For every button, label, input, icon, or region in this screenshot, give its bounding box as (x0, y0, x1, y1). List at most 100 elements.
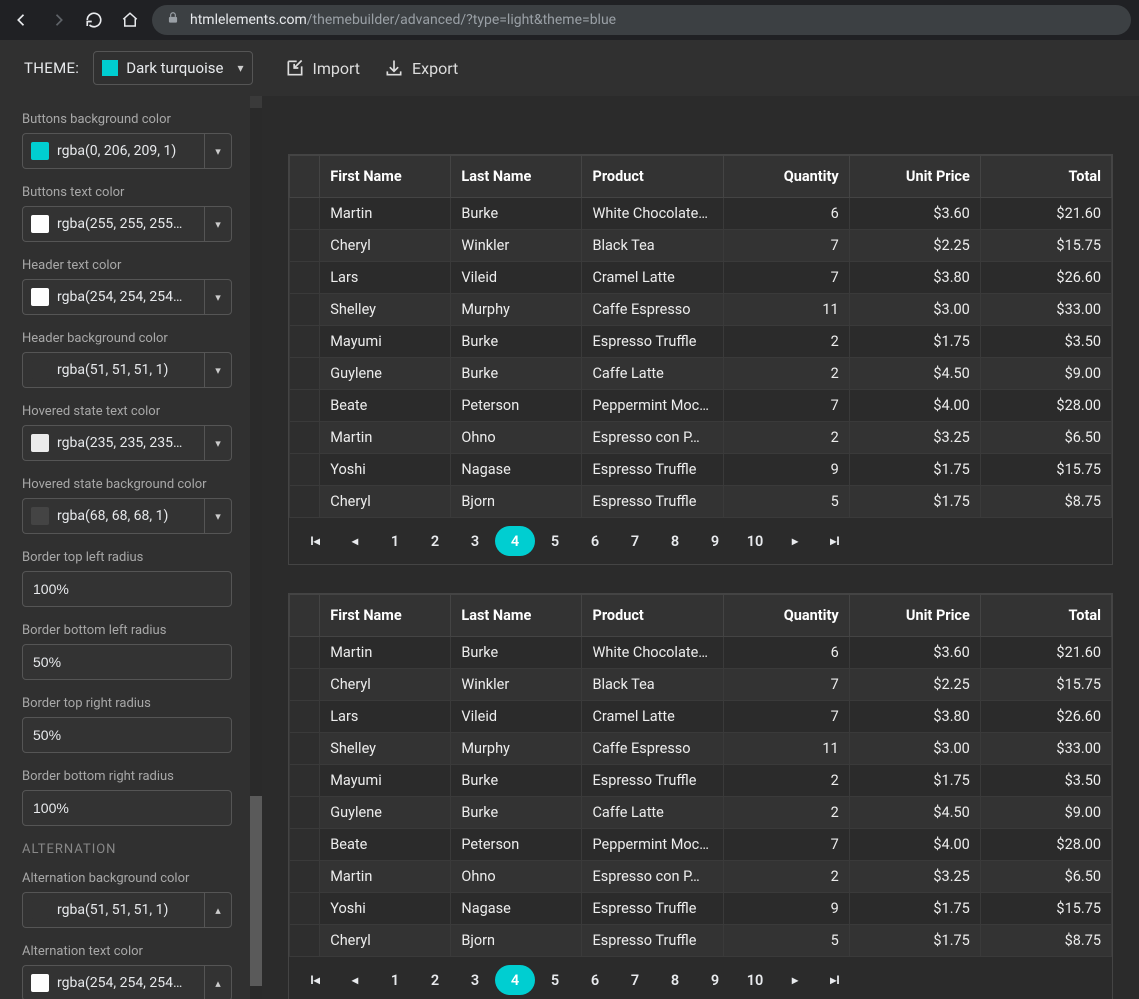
pager-page-10[interactable]: 10 (735, 965, 775, 995)
table-row[interactable]: BeatePetersonPeppermint Moc…7$4.00$28.00 (290, 390, 1112, 422)
table-row[interactable]: MartinOhnoEspresso con P…2$3.25$6.50 (290, 422, 1112, 454)
export-button[interactable]: Export (384, 58, 458, 78)
scroll-up-button[interactable] (250, 96, 262, 108)
pager-first[interactable]: I◂ (295, 526, 335, 556)
row-handle[interactable] (290, 262, 320, 294)
row-handle[interactable] (290, 637, 320, 669)
table-row[interactable]: YoshiNagaseEspresso Truffle9$1.75$15.75 (290, 893, 1112, 925)
row-handle[interactable] (290, 326, 320, 358)
pager-page-5[interactable]: 5 (535, 965, 575, 995)
text-input[interactable] (22, 790, 232, 826)
text-input[interactable] (22, 571, 232, 607)
pager-page-4[interactable]: 4 (495, 965, 535, 995)
table-row[interactable]: GuyleneBurkeCaffe Latte2$4.50$9.00 (290, 797, 1112, 829)
row-handle[interactable] (290, 925, 320, 957)
column-header[interactable]: Unit Price (849, 595, 980, 637)
back-button[interactable] (8, 6, 36, 34)
column-header[interactable]: Quantity (723, 595, 849, 637)
table-row[interactable]: MartinBurkeWhite Chocolate…6$3.60$21.60 (290, 198, 1112, 230)
row-handle[interactable] (290, 454, 320, 486)
column-header[interactable]: Product (582, 595, 723, 637)
pager-page-1[interactable]: 1 (375, 965, 415, 995)
table-row[interactable]: ShelleyMurphyCaffe Espresso11$3.00$33.00 (290, 733, 1112, 765)
row-handle[interactable] (290, 422, 320, 454)
column-header[interactable]: Product (582, 156, 723, 198)
color-input[interactable]: rgba(255, 255, 255… (22, 206, 204, 242)
row-handle[interactable] (290, 486, 320, 518)
table-row[interactable]: CherylWinklerBlack Tea7$2.25$15.75 (290, 230, 1112, 262)
chevron-down-icon[interactable]: ▾ (204, 425, 232, 461)
chevron-up-icon[interactable]: ▴ (204, 965, 232, 999)
color-input[interactable]: rgba(51, 51, 51, 1) (22, 892, 204, 928)
chevron-down-icon[interactable]: ▾ (204, 206, 232, 242)
row-handle[interactable] (290, 230, 320, 262)
pager-last[interactable]: ▸I (815, 965, 855, 995)
column-header[interactable]: Last Name (451, 595, 582, 637)
scrollbar-thumb[interactable] (250, 796, 262, 986)
pager-last[interactable]: ▸I (815, 526, 855, 556)
column-header[interactable]: Total (980, 156, 1111, 198)
table-row[interactable]: LarsVileidCramel Latte7$3.80$26.60 (290, 701, 1112, 733)
address-bar[interactable]: htmlelements.com/themebuilder/advanced/?… (152, 5, 1131, 35)
pager-page-3[interactable]: 3 (455, 965, 495, 995)
row-handle[interactable] (290, 669, 320, 701)
pager-page-8[interactable]: 8 (655, 526, 695, 556)
pager-prev[interactable]: ◂ (335, 965, 375, 995)
column-header[interactable]: Total (980, 595, 1111, 637)
color-input[interactable]: rgba(0, 206, 209, 1) (22, 133, 204, 169)
scrollbar-track[interactable] (250, 96, 262, 999)
table-row[interactable]: CherylWinklerBlack Tea7$2.25$15.75 (290, 669, 1112, 701)
pager-page-9[interactable]: 9 (695, 965, 735, 995)
row-handle[interactable] (290, 358, 320, 390)
table-row[interactable]: LarsVileidCramel Latte7$3.80$26.60 (290, 262, 1112, 294)
row-handle[interactable] (290, 198, 320, 230)
pager-page-2[interactable]: 2 (415, 965, 455, 995)
table-row[interactable]: CherylBjornEspresso Truffle5$1.75$8.75 (290, 486, 1112, 518)
row-handle[interactable] (290, 861, 320, 893)
row-handle[interactable] (290, 797, 320, 829)
row-handle[interactable] (290, 829, 320, 861)
import-button[interactable]: Import (285, 58, 361, 78)
reload-button[interactable] (80, 6, 108, 34)
color-input[interactable]: rgba(254, 254, 254… (22, 965, 204, 999)
pager-page-1[interactable]: 1 (375, 526, 415, 556)
chevron-down-icon[interactable]: ▾ (204, 133, 232, 169)
row-handle[interactable] (290, 294, 320, 326)
color-input[interactable]: rgba(68, 68, 68, 1) (22, 498, 204, 534)
table-row[interactable]: BeatePetersonPeppermint Moc…7$4.00$28.00 (290, 829, 1112, 861)
pager-page-4[interactable]: 4 (495, 526, 535, 556)
text-input[interactable] (22, 717, 232, 753)
chevron-up-icon[interactable]: ▴ (204, 892, 232, 928)
row-handle[interactable] (290, 765, 320, 797)
row-handle[interactable] (290, 701, 320, 733)
home-button[interactable] (116, 6, 144, 34)
table-row[interactable]: ShelleyMurphyCaffe Espresso11$3.00$33.00 (290, 294, 1112, 326)
column-header[interactable]: First Name (320, 595, 451, 637)
table-row[interactable]: MayumiBurkeEspresso Truffle2$1.75$3.50 (290, 326, 1112, 358)
pager-page-6[interactable]: 6 (575, 965, 615, 995)
color-input[interactable]: rgba(51, 51, 51, 1) (22, 352, 204, 388)
text-input[interactable] (22, 644, 232, 680)
row-handle[interactable] (290, 893, 320, 925)
column-header[interactable]: Quantity (723, 156, 849, 198)
column-header[interactable]: Last Name (451, 156, 582, 198)
table-row[interactable]: MartinBurkeWhite Chocolate…6$3.60$21.60 (290, 637, 1112, 669)
table-row[interactable]: CherylBjornEspresso Truffle5$1.75$8.75 (290, 925, 1112, 957)
row-handle[interactable] (290, 390, 320, 422)
table-row[interactable]: YoshiNagaseEspresso Truffle9$1.75$15.75 (290, 454, 1112, 486)
table-row[interactable]: GuyleneBurkeCaffe Latte2$4.50$9.00 (290, 358, 1112, 390)
forward-button[interactable] (44, 6, 72, 34)
pager-page-7[interactable]: 7 (615, 526, 655, 556)
table-row[interactable]: MartinOhnoEspresso con P…2$3.25$6.50 (290, 861, 1112, 893)
pager-page-2[interactable]: 2 (415, 526, 455, 556)
column-header[interactable]: First Name (320, 156, 451, 198)
column-header[interactable]: Unit Price (849, 156, 980, 198)
color-input[interactable]: rgba(254, 254, 254… (22, 279, 204, 315)
chevron-down-icon[interactable]: ▾ (204, 279, 232, 315)
color-input[interactable]: rgba(235, 235, 235… (22, 425, 204, 461)
pager-page-9[interactable]: 9 (695, 526, 735, 556)
chevron-down-icon[interactable]: ▾ (204, 498, 232, 534)
pager-page-10[interactable]: 10 (735, 526, 775, 556)
pager-next[interactable]: ▸ (775, 965, 815, 995)
pager-page-7[interactable]: 7 (615, 965, 655, 995)
